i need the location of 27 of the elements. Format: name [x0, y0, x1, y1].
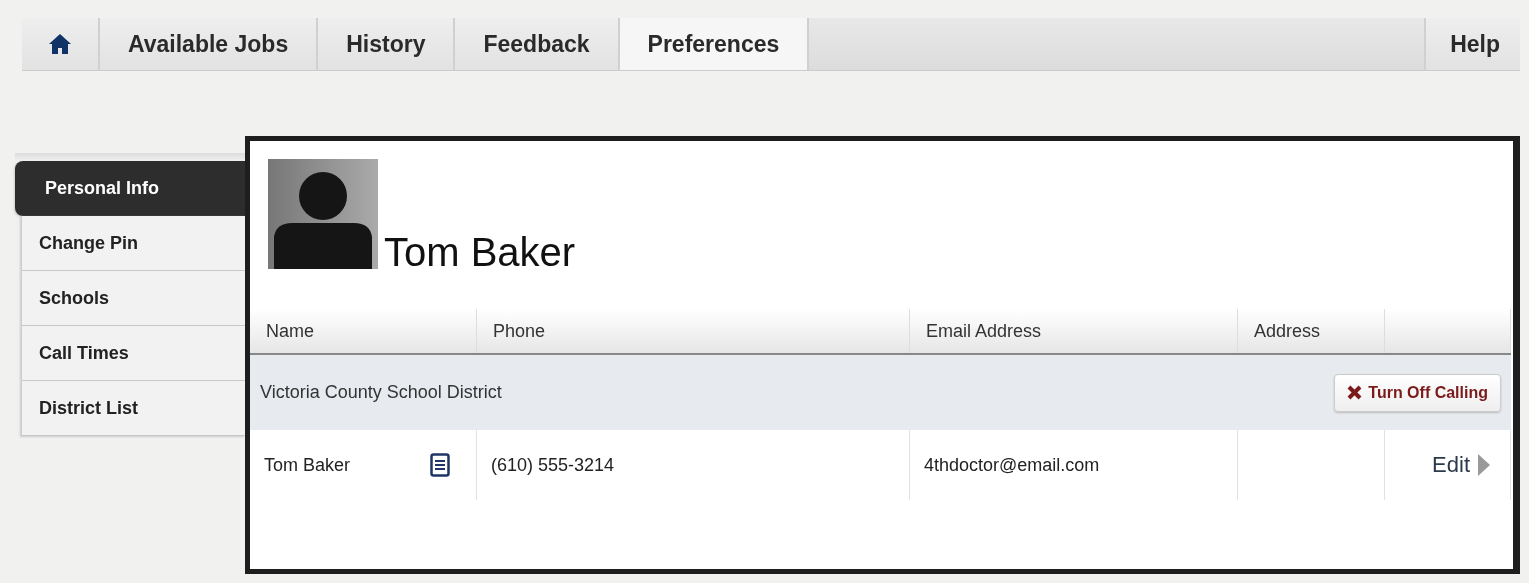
- help-tab[interactable]: Help: [1424, 18, 1520, 70]
- home-tab[interactable]: [22, 18, 100, 70]
- district-name: Victoria County School District: [260, 382, 502, 403]
- sidebar-item[interactable]: District List: [21, 381, 245, 436]
- table-cell: 4thdoctor@email.com: [910, 430, 1238, 500]
- column-header: Phone: [477, 309, 910, 353]
- column-header: Name: [250, 309, 477, 353]
- sidebar-item[interactable]: Change Pin: [21, 216, 245, 271]
- sidebar-item[interactable]: Personal Info: [15, 161, 245, 216]
- avatar-icon: [268, 159, 378, 269]
- nav-tab[interactable]: History: [318, 18, 456, 70]
- column-header: Email Address: [910, 309, 1238, 353]
- table-cell: Tom Baker: [264, 454, 351, 476]
- caret-icon: [1478, 454, 1490, 476]
- sidebar-item[interactable]: Call Times: [21, 326, 245, 381]
- home-icon: [48, 33, 72, 55]
- nav-tab[interactable]: Available Jobs: [100, 18, 319, 70]
- sidebar-item[interactable]: Schools: [21, 271, 245, 326]
- nav-tab[interactable]: Preferences: [619, 18, 810, 70]
- close-icon: [1347, 385, 1363, 400]
- turn-off-calling-button[interactable]: Turn Off Calling: [1334, 373, 1501, 412]
- document-icon[interactable]: [430, 453, 450, 477]
- column-header: Address: [1238, 309, 1385, 353]
- edit-link[interactable]: Edit: [1432, 452, 1490, 478]
- nav-tab[interactable]: Feedback: [455, 18, 620, 70]
- profile-name: Tom Baker: [384, 230, 576, 275]
- table-cell: (610) 555-3214: [477, 430, 910, 500]
